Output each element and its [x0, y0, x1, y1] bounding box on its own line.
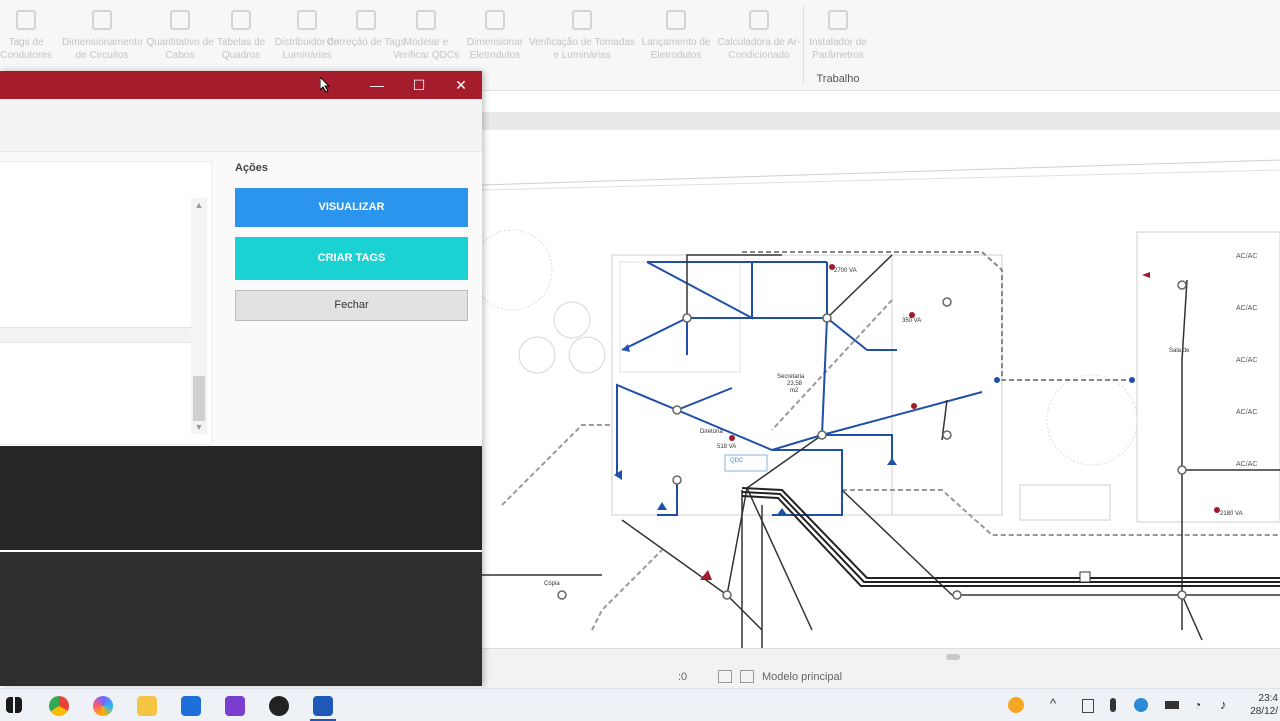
- parameters-icon: [828, 10, 848, 30]
- copilot-icon[interactable]: [93, 696, 113, 716]
- close-button[interactable]: ✕: [441, 71, 481, 99]
- ac-unit-label-4: AC/AC: [1236, 409, 1257, 416]
- clock-time: 23:4: [1258, 693, 1278, 704]
- ribbon-dimensionar-eletrodutos[interactable]: Dimensionar Eletrodutos: [455, 10, 535, 62]
- dialog-titlebar[interactable]: — ☐ ✕: [0, 71, 482, 99]
- mouse-cursor-icon: [320, 77, 330, 93]
- list-divider: [0, 327, 191, 343]
- conduit-icon: [485, 10, 505, 30]
- dialog-header-area: [0, 99, 482, 152]
- chrome-icon[interactable]: [49, 696, 69, 716]
- maximize-button[interactable]: ☐: [399, 71, 439, 99]
- visualizar-button[interactable]: VISUALIZAR: [235, 188, 468, 227]
- edge-icon[interactable]: [1134, 698, 1148, 712]
- ribbon-verificacao-tomadas-luminarias[interactable]: Verificação de Tomadas e Luminárias: [528, 10, 636, 62]
- ribbon-dimensionamento-de-circuitos[interactable]: Dimensionamento de Circuitos: [62, 10, 143, 62]
- ac-unit-label-1: AC/AC: [1236, 253, 1257, 260]
- revit-icon[interactable]: [313, 696, 333, 716]
- load-label-350: 350 VA: [902, 318, 921, 324]
- load-label-2700: 2700 VA: [834, 268, 857, 274]
- item-list-panel[interactable]: ▲ ▼: [0, 161, 212, 445]
- table-icon: [231, 10, 251, 30]
- edit-icon: [356, 10, 376, 30]
- microphone-icon[interactable]: [1110, 698, 1116, 712]
- lamp-icon: [297, 10, 317, 30]
- qdc-label: QDC: [730, 458, 744, 464]
- moon-icon[interactable]: [1008, 697, 1024, 713]
- file-explorer-icon[interactable]: [137, 696, 157, 716]
- room-label-copia: Cópia: [544, 581, 560, 587]
- battery-icon[interactable]: [1165, 701, 1179, 709]
- log-panel: [0, 552, 482, 686]
- ac-unit-label-2: AC/AC: [1236, 305, 1257, 312]
- list-scrollbar[interactable]: ▲ ▼: [191, 198, 207, 434]
- ribbon-modelar-verificar-qdcs[interactable]: Modelar e Verificar QDCs: [386, 10, 466, 62]
- status-scale: :0: [678, 671, 688, 683]
- outlook-icon[interactable]: [181, 696, 201, 716]
- room-area: 23,58: [787, 381, 803, 387]
- status-model[interactable]: Modelo principal: [762, 671, 842, 683]
- windows-start-icon[interactable]: [6, 697, 22, 713]
- room-label-sala: Sala de: [1169, 348, 1190, 354]
- list-icon[interactable]: [740, 670, 754, 683]
- load-label-518: 518 VA: [717, 444, 736, 450]
- ribbon-instalador-de-parametros[interactable]: Instalador de Parâmetros: [798, 10, 878, 62]
- load-label-2180: 2180 VA: [1220, 511, 1243, 517]
- panel-icon: [416, 10, 436, 30]
- ribbon-calculadora-ar-condicionado[interactable]: Calculadora de Ar-Condicionado: [713, 10, 805, 62]
- ac-unit-label-3: AC/AC: [1236, 357, 1257, 364]
- scroll-down-icon[interactable]: ▼: [191, 422, 207, 432]
- room-label-diretoria: Diretoria: [700, 429, 723, 435]
- minimize-button[interactable]: —: [357, 71, 397, 99]
- fechar-button[interactable]: Fechar: [235, 290, 468, 321]
- floor-plan-drawing: Secretaria 23,58 m2 Diretoria Sala de Có…: [482, 159, 1280, 650]
- plugin-dialog: — ☐ ✕ ▲ ▼ Ações VISUALIZAR CRIAR TAGS Fe…: [0, 71, 482, 686]
- tray-icon[interactable]: [1082, 699, 1094, 713]
- ribbon-tags-de-condutores[interactable]: Tags de Condutores: [0, 10, 66, 62]
- app-icon[interactable]: [269, 696, 289, 716]
- scroll-up-icon[interactable]: ▲: [191, 200, 207, 210]
- output-panel: [0, 446, 482, 550]
- route-icon: [666, 10, 686, 30]
- horizontal-scroll-thumb[interactable]: [946, 654, 960, 660]
- cable-icon: [170, 10, 190, 30]
- calculator-icon: [749, 10, 769, 30]
- clock-date: 28/12/: [1250, 706, 1278, 717]
- drawing-canvas[interactable]: Secretaria 23,58 m2 Diretoria Sala de Có…: [482, 130, 1280, 650]
- table-icon[interactable]: [718, 670, 732, 683]
- ac-unit-label-5: AC/AC: [1236, 461, 1257, 468]
- ribbon-group-label: Trabalho: [816, 73, 860, 85]
- view-control-bar: [482, 648, 1280, 667]
- tag-icon: [16, 10, 36, 30]
- clock[interactable]: 23:4 28/12/: [1246, 692, 1278, 718]
- view-tab-strip: [482, 112, 1280, 130]
- check-icon: [572, 10, 592, 30]
- volume-icon[interactable]: ♪: [1220, 697, 1227, 712]
- wifi-icon[interactable]: ◔: [1194, 698, 1201, 712]
- chevron-up-icon[interactable]: ^: [1050, 696, 1056, 711]
- status-bar: :0 Modelo principal: [482, 666, 1280, 688]
- visual-studio-icon[interactable]: [225, 696, 245, 716]
- room-label-secretaria: Secretaria: [777, 374, 805, 380]
- room-unit: m2: [790, 388, 799, 394]
- actions-title: Ações: [235, 162, 269, 174]
- taskbar: ^ ◔ ♪ 23:4 28/12/: [0, 688, 1280, 721]
- grid-icon: [92, 10, 112, 30]
- scroll-thumb[interactable]: [193, 376, 205, 421]
- ribbon-lancamento-de-eletrodutos[interactable]: Lançamento de Eletrodutos: [636, 10, 716, 62]
- criar-tags-button[interactable]: CRIAR TAGS: [235, 237, 468, 280]
